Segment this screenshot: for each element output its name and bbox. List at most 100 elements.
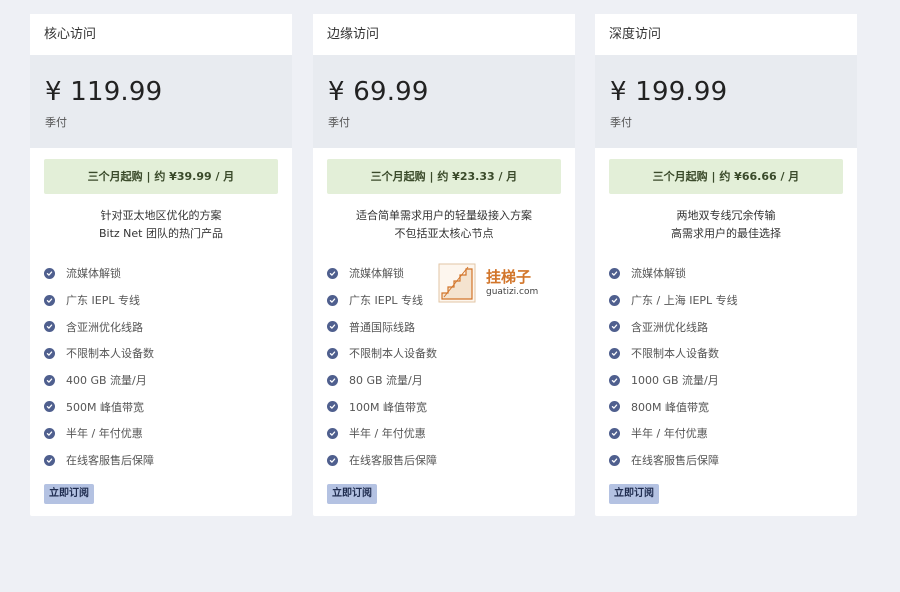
feature-item: 半年 / 年付优惠 bbox=[44, 420, 292, 447]
check-circle-icon bbox=[44, 267, 55, 279]
monthly-price-banner: 三个月起购 | 约 ¥23.33 / 月 bbox=[327, 159, 561, 194]
plan-description: 针对亚太地区优化的方案 Bitz Net 团队的热门产品 bbox=[30, 207, 292, 243]
feature-label: 流媒体解锁 bbox=[349, 267, 404, 281]
check-circle-icon bbox=[44, 427, 55, 439]
subscribe-button[interactable]: 立即订阅 bbox=[609, 484, 659, 504]
subscribe-button[interactable]: 立即订阅 bbox=[44, 484, 94, 504]
billing-period: 季付 bbox=[610, 116, 632, 129]
plan-card-deep: 深度访问 ¥ 199.99 季付 三个月起购 | 约 ¥66.66 / 月 两地… bbox=[595, 14, 857, 516]
plan-card-core: 核心访问 ¥ 119.99 季付 三个月起购 | 约 ¥39.99 / 月 针对… bbox=[30, 14, 292, 516]
feature-item: 不限制本人设备数 bbox=[44, 340, 292, 367]
feature-label: 流媒体解锁 bbox=[631, 267, 686, 281]
feature-label: 普通国际线路 bbox=[349, 320, 415, 334]
feature-label: 半年 / 年付优惠 bbox=[66, 427, 143, 441]
feature-label: 含亚洲优化线路 bbox=[66, 320, 143, 334]
price-box: ¥ 199.99 季付 bbox=[595, 55, 857, 148]
check-circle-icon bbox=[609, 294, 620, 306]
feature-label: 广东 / 上海 IEPL 专线 bbox=[631, 294, 738, 308]
plan-title: 深度访问 bbox=[595, 14, 857, 55]
plan-description: 适合简单需求用户的轻量级接入方案 不包括亚太核心节点 bbox=[313, 207, 575, 243]
feature-item: 80 GB 流量/月 bbox=[327, 367, 575, 394]
feature-label: 含亚洲优化线路 bbox=[631, 320, 708, 334]
plan-description-line: 针对亚太地区优化的方案 bbox=[100, 209, 222, 222]
feature-list: 流媒体解锁 广东 IEPL 专线 含亚洲优化线路 不限制本人设备数 400 GB… bbox=[30, 260, 292, 474]
check-circle-icon bbox=[44, 374, 55, 386]
feature-label: 半年 / 年付优惠 bbox=[349, 427, 426, 441]
check-circle-icon bbox=[44, 454, 55, 466]
check-circle-icon bbox=[327, 267, 338, 279]
plan-price: ¥ 199.99 bbox=[610, 77, 728, 107]
feature-item: 在线客服售后保障 bbox=[327, 447, 575, 474]
feature-label: 800M 峰值带宽 bbox=[631, 400, 709, 414]
feature-label: 100M 峰值带宽 bbox=[349, 400, 427, 414]
feature-label: 在线客服售后保障 bbox=[631, 454, 719, 468]
watermark-title: 挂梯子 bbox=[486, 268, 532, 286]
check-circle-icon bbox=[327, 294, 338, 306]
check-circle-icon bbox=[327, 454, 338, 466]
feature-item: 800M 峰值带宽 bbox=[609, 393, 857, 420]
feature-item: 半年 / 年付优惠 bbox=[609, 420, 857, 447]
feature-item: 流媒体解锁 bbox=[44, 260, 292, 287]
check-circle-icon bbox=[609, 401, 620, 413]
check-circle-icon bbox=[327, 427, 338, 439]
feature-label: 在线客服售后保障 bbox=[349, 454, 437, 468]
monthly-price-banner: 三个月起购 | 约 ¥39.99 / 月 bbox=[44, 159, 278, 194]
price-box: ¥ 119.99 季付 bbox=[30, 55, 292, 148]
plan-title: 边缘访问 bbox=[313, 14, 575, 55]
feature-item: 广东 IEPL 专线 bbox=[44, 287, 292, 314]
check-circle-icon bbox=[327, 321, 338, 333]
feature-item: 500M 峰值带宽 bbox=[44, 393, 292, 420]
feature-label: 不限制本人设备数 bbox=[631, 347, 719, 361]
feature-label: 广东 IEPL 专线 bbox=[349, 294, 423, 308]
check-circle-icon bbox=[44, 294, 55, 306]
check-circle-icon bbox=[44, 401, 55, 413]
monthly-price-banner: 三个月起购 | 约 ¥66.66 / 月 bbox=[609, 159, 843, 194]
feature-label: 不限制本人设备数 bbox=[66, 347, 154, 361]
feature-label: 半年 / 年付优惠 bbox=[631, 427, 708, 441]
feature-label: 流媒体解锁 bbox=[66, 267, 121, 281]
feature-item: 在线客服售后保障 bbox=[609, 447, 857, 474]
check-circle-icon bbox=[609, 374, 620, 386]
plan-price: ¥ 69.99 bbox=[328, 77, 429, 107]
watermark-text: 挂梯子 guatizi.com bbox=[486, 268, 538, 298]
feature-item: 含亚洲优化线路 bbox=[609, 313, 857, 340]
feature-item: 400 GB 流量/月 bbox=[44, 367, 292, 394]
feature-label: 在线客服售后保障 bbox=[66, 454, 154, 468]
plan-description-line: 高需求用户的最佳选择 bbox=[671, 227, 781, 240]
feature-label: 500M 峰值带宽 bbox=[66, 400, 144, 414]
feature-list: 流媒体解锁 广东 / 上海 IEPL 专线 含亚洲优化线路 不限制本人设备数 1… bbox=[595, 260, 857, 474]
check-circle-icon bbox=[609, 321, 620, 333]
check-circle-icon bbox=[44, 347, 55, 359]
stairs-icon bbox=[438, 263, 476, 303]
check-circle-icon bbox=[327, 347, 338, 359]
check-circle-icon bbox=[609, 454, 620, 466]
subscribe-button[interactable]: 立即订阅 bbox=[327, 484, 377, 504]
check-circle-icon bbox=[609, 427, 620, 439]
feature-item: 普通国际线路 bbox=[327, 313, 575, 340]
watermark: 挂梯子 guatizi.com bbox=[438, 262, 548, 304]
feature-item: 100M 峰值带宽 bbox=[327, 393, 575, 420]
billing-period: 季付 bbox=[45, 116, 67, 129]
feature-item: 含亚洲优化线路 bbox=[44, 313, 292, 340]
plan-description-line: 适合简单需求用户的轻量级接入方案 bbox=[356, 209, 532, 222]
feature-item: 半年 / 年付优惠 bbox=[327, 420, 575, 447]
check-circle-icon bbox=[609, 267, 620, 279]
feature-label: 广东 IEPL 专线 bbox=[66, 294, 140, 308]
billing-period: 季付 bbox=[328, 116, 350, 129]
price-box: ¥ 69.99 季付 bbox=[313, 55, 575, 148]
feature-item: 在线客服售后保障 bbox=[44, 447, 292, 474]
plan-price: ¥ 119.99 bbox=[45, 77, 163, 107]
plan-description-line: Bitz Net 团队的热门产品 bbox=[99, 227, 223, 240]
plan-description: 两地双专线冗余传输 高需求用户的最佳选择 bbox=[595, 207, 857, 243]
check-circle-icon bbox=[44, 321, 55, 333]
watermark-domain: guatizi.com bbox=[486, 287, 539, 297]
feature-label: 400 GB 流量/月 bbox=[66, 374, 147, 388]
feature-item: 广东 / 上海 IEPL 专线 bbox=[609, 287, 857, 314]
feature-label: 1000 GB 流量/月 bbox=[631, 374, 719, 388]
plan-description-line: 不包括亚太核心节点 bbox=[394, 227, 494, 240]
feature-item: 不限制本人设备数 bbox=[327, 340, 575, 367]
plan-description-line: 两地双专线冗余传输 bbox=[676, 209, 776, 222]
feature-item: 流媒体解锁 bbox=[609, 260, 857, 287]
feature-item: 1000 GB 流量/月 bbox=[609, 367, 857, 394]
plan-title: 核心访问 bbox=[30, 14, 292, 55]
